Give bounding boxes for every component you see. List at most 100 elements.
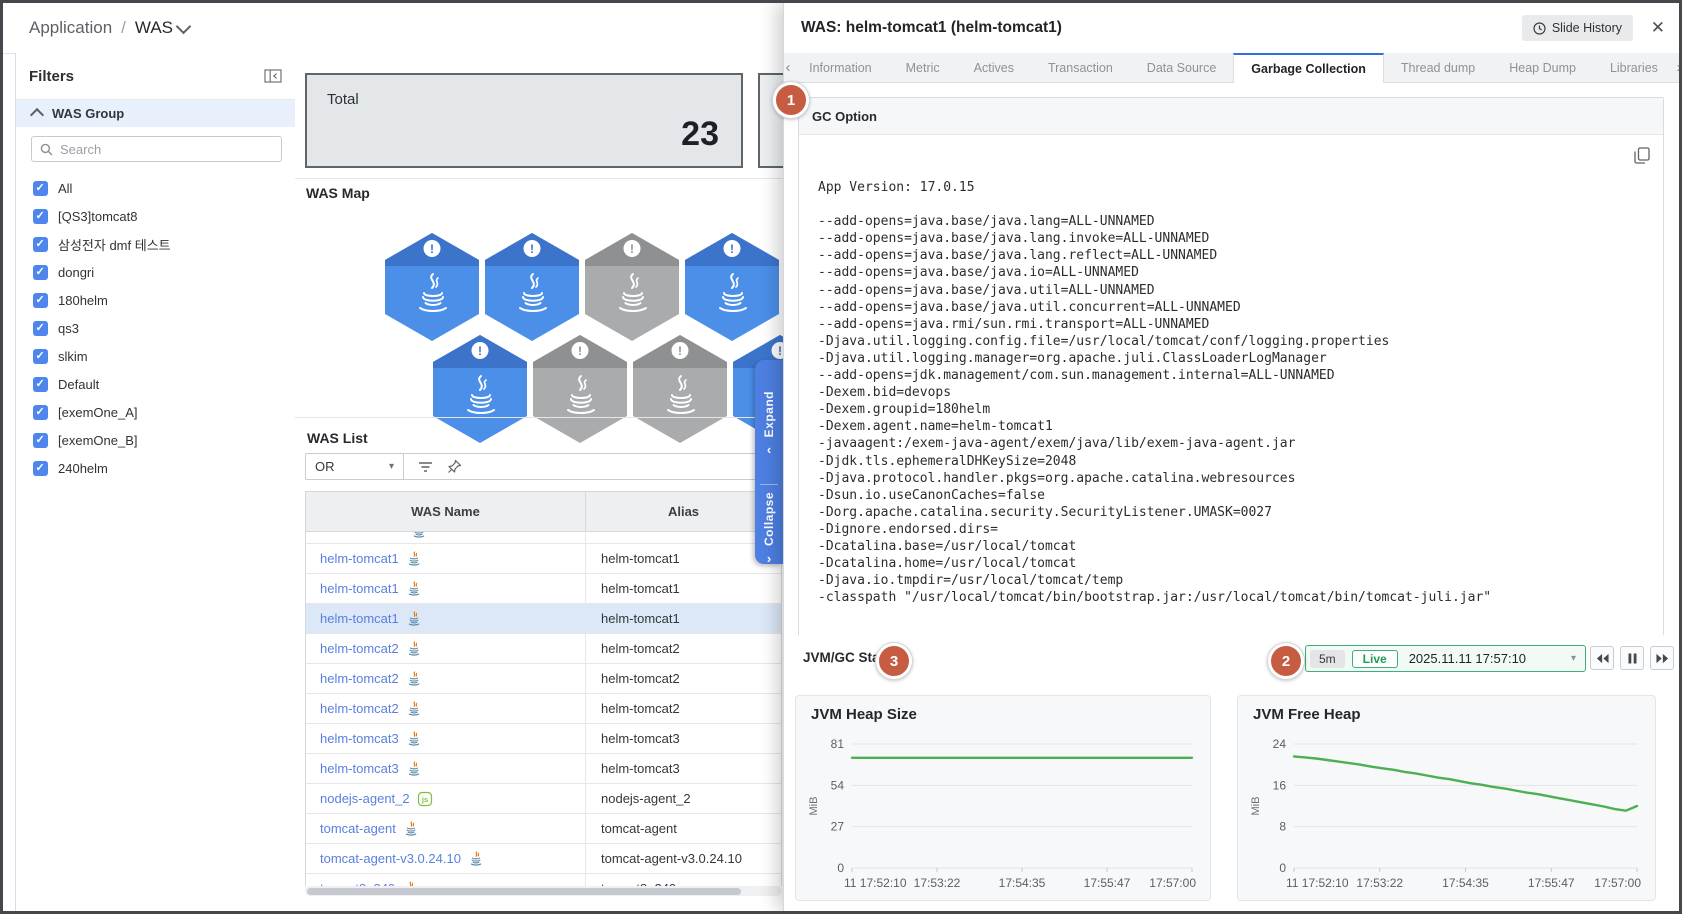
was-hexagon-blue[interactable]: ! (433, 335, 527, 443)
gc-option-text[interactable]: App Version: 17.0.15 --add-opens=java.ba… (799, 135, 1663, 606)
breadcrumb-application[interactable]: Application (29, 18, 112, 38)
alert-badge-icon: ! (472, 342, 489, 359)
was-name-link[interactable]: helm-tomcat3 (320, 731, 399, 746)
close-icon[interactable]: ✕ (1651, 16, 1665, 40)
tabs-scroll-left-icon[interactable]: ‹ (784, 53, 792, 82)
java-cup-icon (512, 270, 552, 316)
filter-icon[interactable] (418, 461, 433, 473)
table-row[interactable]: tomcat-agent tomcat-agent (306, 814, 781, 844)
was-hexagon-blue[interactable]: ! (485, 233, 579, 341)
filter-item[interactable]: 180helm (16, 286, 296, 314)
filter-item[interactable]: All (16, 174, 296, 202)
scrollbar-thumb[interactable] (307, 888, 741, 895)
table-row[interactable]: tomcat8_240 tomcat8_240 (306, 874, 781, 886)
horizontal-scrollbar[interactable] (305, 886, 782, 896)
live-chip[interactable]: Live (1352, 650, 1398, 668)
was-hexagon-gray[interactable]: ! (585, 233, 679, 341)
table-row-partial[interactable] (306, 532, 781, 544)
collapse-button[interactable]: Collapse › (762, 491, 776, 564)
was-group-header[interactable]: WAS Group (16, 100, 296, 127)
table-row[interactable]: helm-tomcat3 helm-tomcat3 (306, 754, 781, 784)
checkbox-checked[interactable] (33, 265, 48, 280)
checkbox-checked[interactable] (33, 377, 48, 392)
was-name-link[interactable]: helm-tomcat1 (320, 611, 399, 626)
filter-item[interactable]: [QS3]tomcat8 (16, 202, 296, 230)
table-row[interactable]: helm-tomcat3 helm-tomcat3 (306, 724, 781, 754)
tab-heap-dump[interactable]: Heap Dump (1492, 53, 1593, 82)
expand-button[interactable]: Expand ‹ (762, 360, 776, 478)
column-header-alias[interactable]: Alias (586, 492, 781, 531)
was-name-link[interactable]: tomcat-agent (320, 821, 396, 836)
checkbox-checked[interactable] (33, 181, 48, 196)
table-row[interactable]: helm-tomcat2 helm-tomcat2 (306, 694, 781, 724)
filter-item[interactable]: 삼성전자 dmf 테스트 (16, 230, 296, 258)
checkbox-checked[interactable] (33, 433, 48, 448)
svg-text:27: 27 (831, 820, 845, 834)
checkbox-checked[interactable] (33, 405, 48, 420)
was-hexagon-blue[interactable]: ! (685, 233, 779, 341)
collapse-sidebar-icon[interactable] (264, 69, 282, 83)
filter-item[interactable]: qs3 (16, 314, 296, 342)
time-range-picker[interactable]: 5m Live 2025.11.11 17:57:10 ▾ (1305, 645, 1586, 672)
pause-button[interactable] (1620, 646, 1644, 670)
rewind-button[interactable] (1590, 646, 1614, 670)
table-row[interactable]: tomcat-agent-v3.0.24.10 tomcat-agent-v3.… (306, 844, 781, 874)
checkbox-checked[interactable] (33, 293, 48, 308)
tab-libraries[interactable]: Libraries (1593, 53, 1675, 82)
was-hexagon-gray[interactable]: ! (533, 335, 627, 443)
alert-badge-icon: ! (524, 240, 541, 257)
tabs-scroll-right-icon[interactable]: › (1675, 53, 1682, 82)
checkbox-checked[interactable] (33, 349, 48, 364)
checkbox-checked[interactable] (33, 209, 48, 224)
fast-forward-button[interactable] (1650, 646, 1674, 670)
fast-forward-icon (1656, 653, 1669, 664)
table-row[interactable]: helm-tomcat2 helm-tomcat2 (306, 634, 781, 664)
checkbox-checked[interactable] (33, 237, 48, 252)
checkbox-checked[interactable] (33, 321, 48, 336)
tab-metric[interactable]: Metric (889, 53, 957, 82)
table-row[interactable]: helm-tomcat1 helm-tomcat1 (306, 604, 781, 634)
was-name-link[interactable]: nodejs-agent_2 (320, 791, 410, 806)
operator-select[interactable]: OR ▾ (306, 454, 404, 479)
slide-history-button[interactable]: Slide History (1522, 15, 1633, 41)
table-row[interactable]: helm-tomcat2 helm-tomcat2 (306, 664, 781, 694)
java-cup-icon (412, 270, 452, 316)
filter-item[interactable]: [exemOne_B] (16, 426, 296, 454)
checkbox-checked[interactable] (33, 461, 48, 476)
interval-chip[interactable]: 5m (1310, 650, 1345, 668)
svg-text:17:54:35: 17:54:35 (999, 876, 1046, 890)
breadcrumb-was-dropdown[interactable]: WAS (135, 18, 189, 38)
table-row[interactable]: helm-tomcat1 helm-tomcat1 (306, 574, 781, 604)
line-chart: 0275481MiB11 17:52:1017:53:2217:54:3517:… (802, 730, 1204, 896)
was-name-link[interactable]: helm-tomcat1 (320, 551, 399, 566)
tab-actives[interactable]: Actives (957, 53, 1031, 82)
was-name-link[interactable]: tomcat-agent-v3.0.24.10 (320, 851, 461, 866)
was-name-link[interactable]: helm-tomcat2 (320, 671, 399, 686)
search-input[interactable]: Search (31, 136, 282, 162)
was-name-link[interactable]: helm-tomcat2 (320, 701, 399, 716)
column-header-was-name[interactable]: WAS Name (306, 492, 586, 531)
search-icon (40, 143, 53, 156)
was-name-link[interactable]: helm-tomcat1 (320, 581, 399, 596)
table-row[interactable]: nodejs-agent_2 js nodejs-agent_2 (306, 784, 781, 814)
copy-icon[interactable] (1634, 147, 1650, 169)
was-hexagon-blue[interactable]: ! (385, 233, 479, 341)
was-name-link[interactable]: helm-tomcat3 (320, 761, 399, 776)
gc-option-section: GC Option App Version: 17.0.15 --add-ope… (798, 97, 1664, 636)
tab-data-source[interactable]: Data Source (1130, 53, 1233, 82)
annotation-1: 1 (773, 82, 809, 118)
tab-thread-dump[interactable]: Thread dump (1384, 53, 1492, 82)
pin-icon[interactable] (447, 459, 462, 474)
was-name-link[interactable]: helm-tomcat2 (320, 641, 399, 656)
alias-cell: tomcat-agent-v3.0.24.10 (586, 844, 781, 873)
filter-item[interactable]: [exemOne_A] (16, 398, 296, 426)
filter-item[interactable]: 240helm (16, 454, 296, 482)
filter-item[interactable]: dongri (16, 258, 296, 286)
tab-garbage-collection[interactable]: Garbage Collection (1233, 53, 1384, 83)
table-row[interactable]: helm-tomcat1 helm-tomcat1 (306, 544, 781, 574)
filter-item[interactable]: Default (16, 370, 296, 398)
was-hexagon-gray[interactable]: ! (633, 335, 727, 443)
filter-item[interactable]: slkim (16, 342, 296, 370)
tab-transaction[interactable]: Transaction (1031, 53, 1130, 82)
tab-information[interactable]: Information (792, 53, 889, 82)
